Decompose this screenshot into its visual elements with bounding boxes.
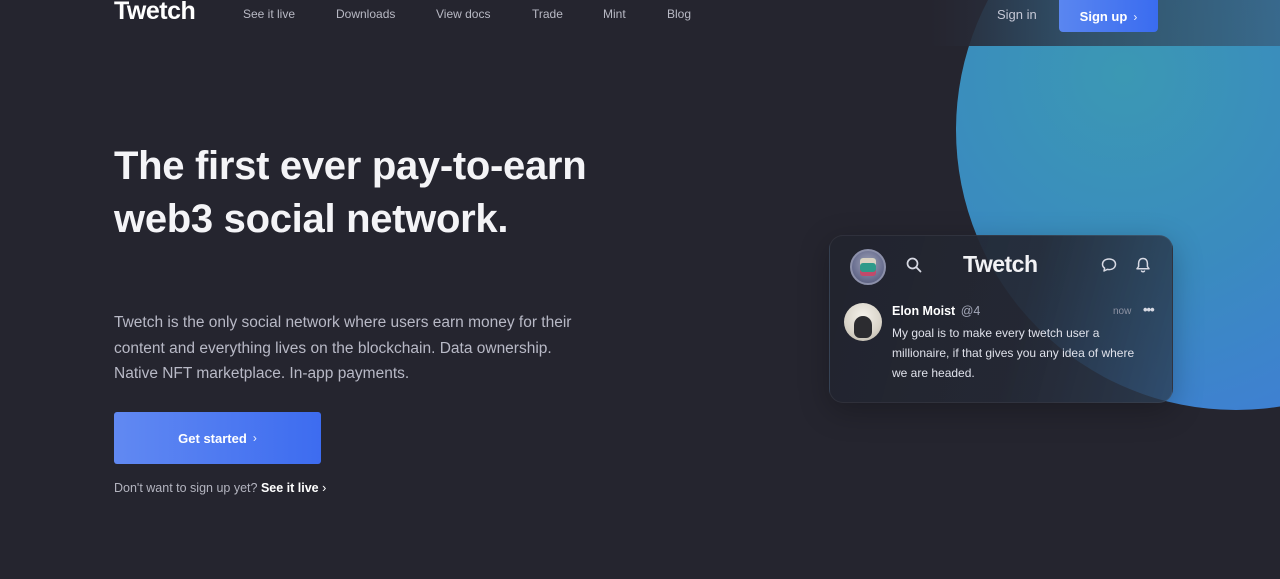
get-started-label: Get started xyxy=(178,430,247,446)
sign-in-link[interactable]: Sign in xyxy=(997,7,1037,22)
app-logo: Twetch xyxy=(963,251,1038,277)
nav-link-see-it-live[interactable]: See it live xyxy=(243,7,336,21)
post-author[interactable]: Elon Moist @4 xyxy=(892,304,980,318)
post-author-name: Elon Moist xyxy=(892,304,956,318)
sub-cta-prefix: Don't want to sign up yet? xyxy=(114,481,258,495)
nav-link-view-docs[interactable]: View docs xyxy=(436,7,532,21)
search-icon[interactable] xyxy=(905,256,923,279)
sign-up-label: Sign up xyxy=(1079,9,1128,24)
profile-avatar[interactable] xyxy=(850,249,886,285)
see-it-live-link[interactable]: See it live › xyxy=(261,481,326,495)
post-timestamp: now xyxy=(1113,306,1132,317)
brand-logo[interactable]: Twetch xyxy=(114,0,196,26)
nft-avatar-image xyxy=(860,258,876,276)
post-author-avatar[interactable] xyxy=(844,303,882,341)
sub-cta: Don't want to sign up yet? See it live › xyxy=(114,481,326,495)
nav-link-blog[interactable]: Blog xyxy=(667,7,717,21)
chevron-right-icon: › xyxy=(322,481,327,495)
hero-description: Twetch is the only social network where … xyxy=(114,314,572,382)
sign-up-button[interactable]: Sign up › xyxy=(1059,0,1158,32)
nav-link-trade[interactable]: Trade xyxy=(532,7,603,21)
chat-bubble-icon[interactable] xyxy=(1100,256,1118,279)
see-it-live-label: See it live xyxy=(260,481,319,495)
bell-icon[interactable] xyxy=(1134,256,1152,279)
hero-title: The first ever pay-to-earn web3 social n… xyxy=(114,144,587,241)
chevron-right-icon: › xyxy=(252,431,257,445)
app-preview-card: Twetch Elon Moist @4 now ••• My goal is … xyxy=(829,235,1173,403)
nav-link-mint[interactable]: Mint xyxy=(603,7,667,21)
get-started-button[interactable]: Get started › xyxy=(114,412,321,464)
chevron-right-icon: › xyxy=(1133,9,1138,24)
landing-page: Twetch See it live Downloads View docs T… xyxy=(0,0,1280,579)
post-text: My goal is to make every twetch user a m… xyxy=(892,326,1135,380)
nav-links: See it live Downloads View docs Trade Mi… xyxy=(243,7,717,21)
top-nav: Twetch See it live Downloads View docs T… xyxy=(0,0,1280,32)
nav-link-downloads[interactable]: Downloads xyxy=(336,7,436,21)
post-author-handle: @4 xyxy=(960,304,981,318)
ellipsis-icon[interactable]: ••• xyxy=(1143,302,1155,317)
author-portrait xyxy=(854,316,872,338)
